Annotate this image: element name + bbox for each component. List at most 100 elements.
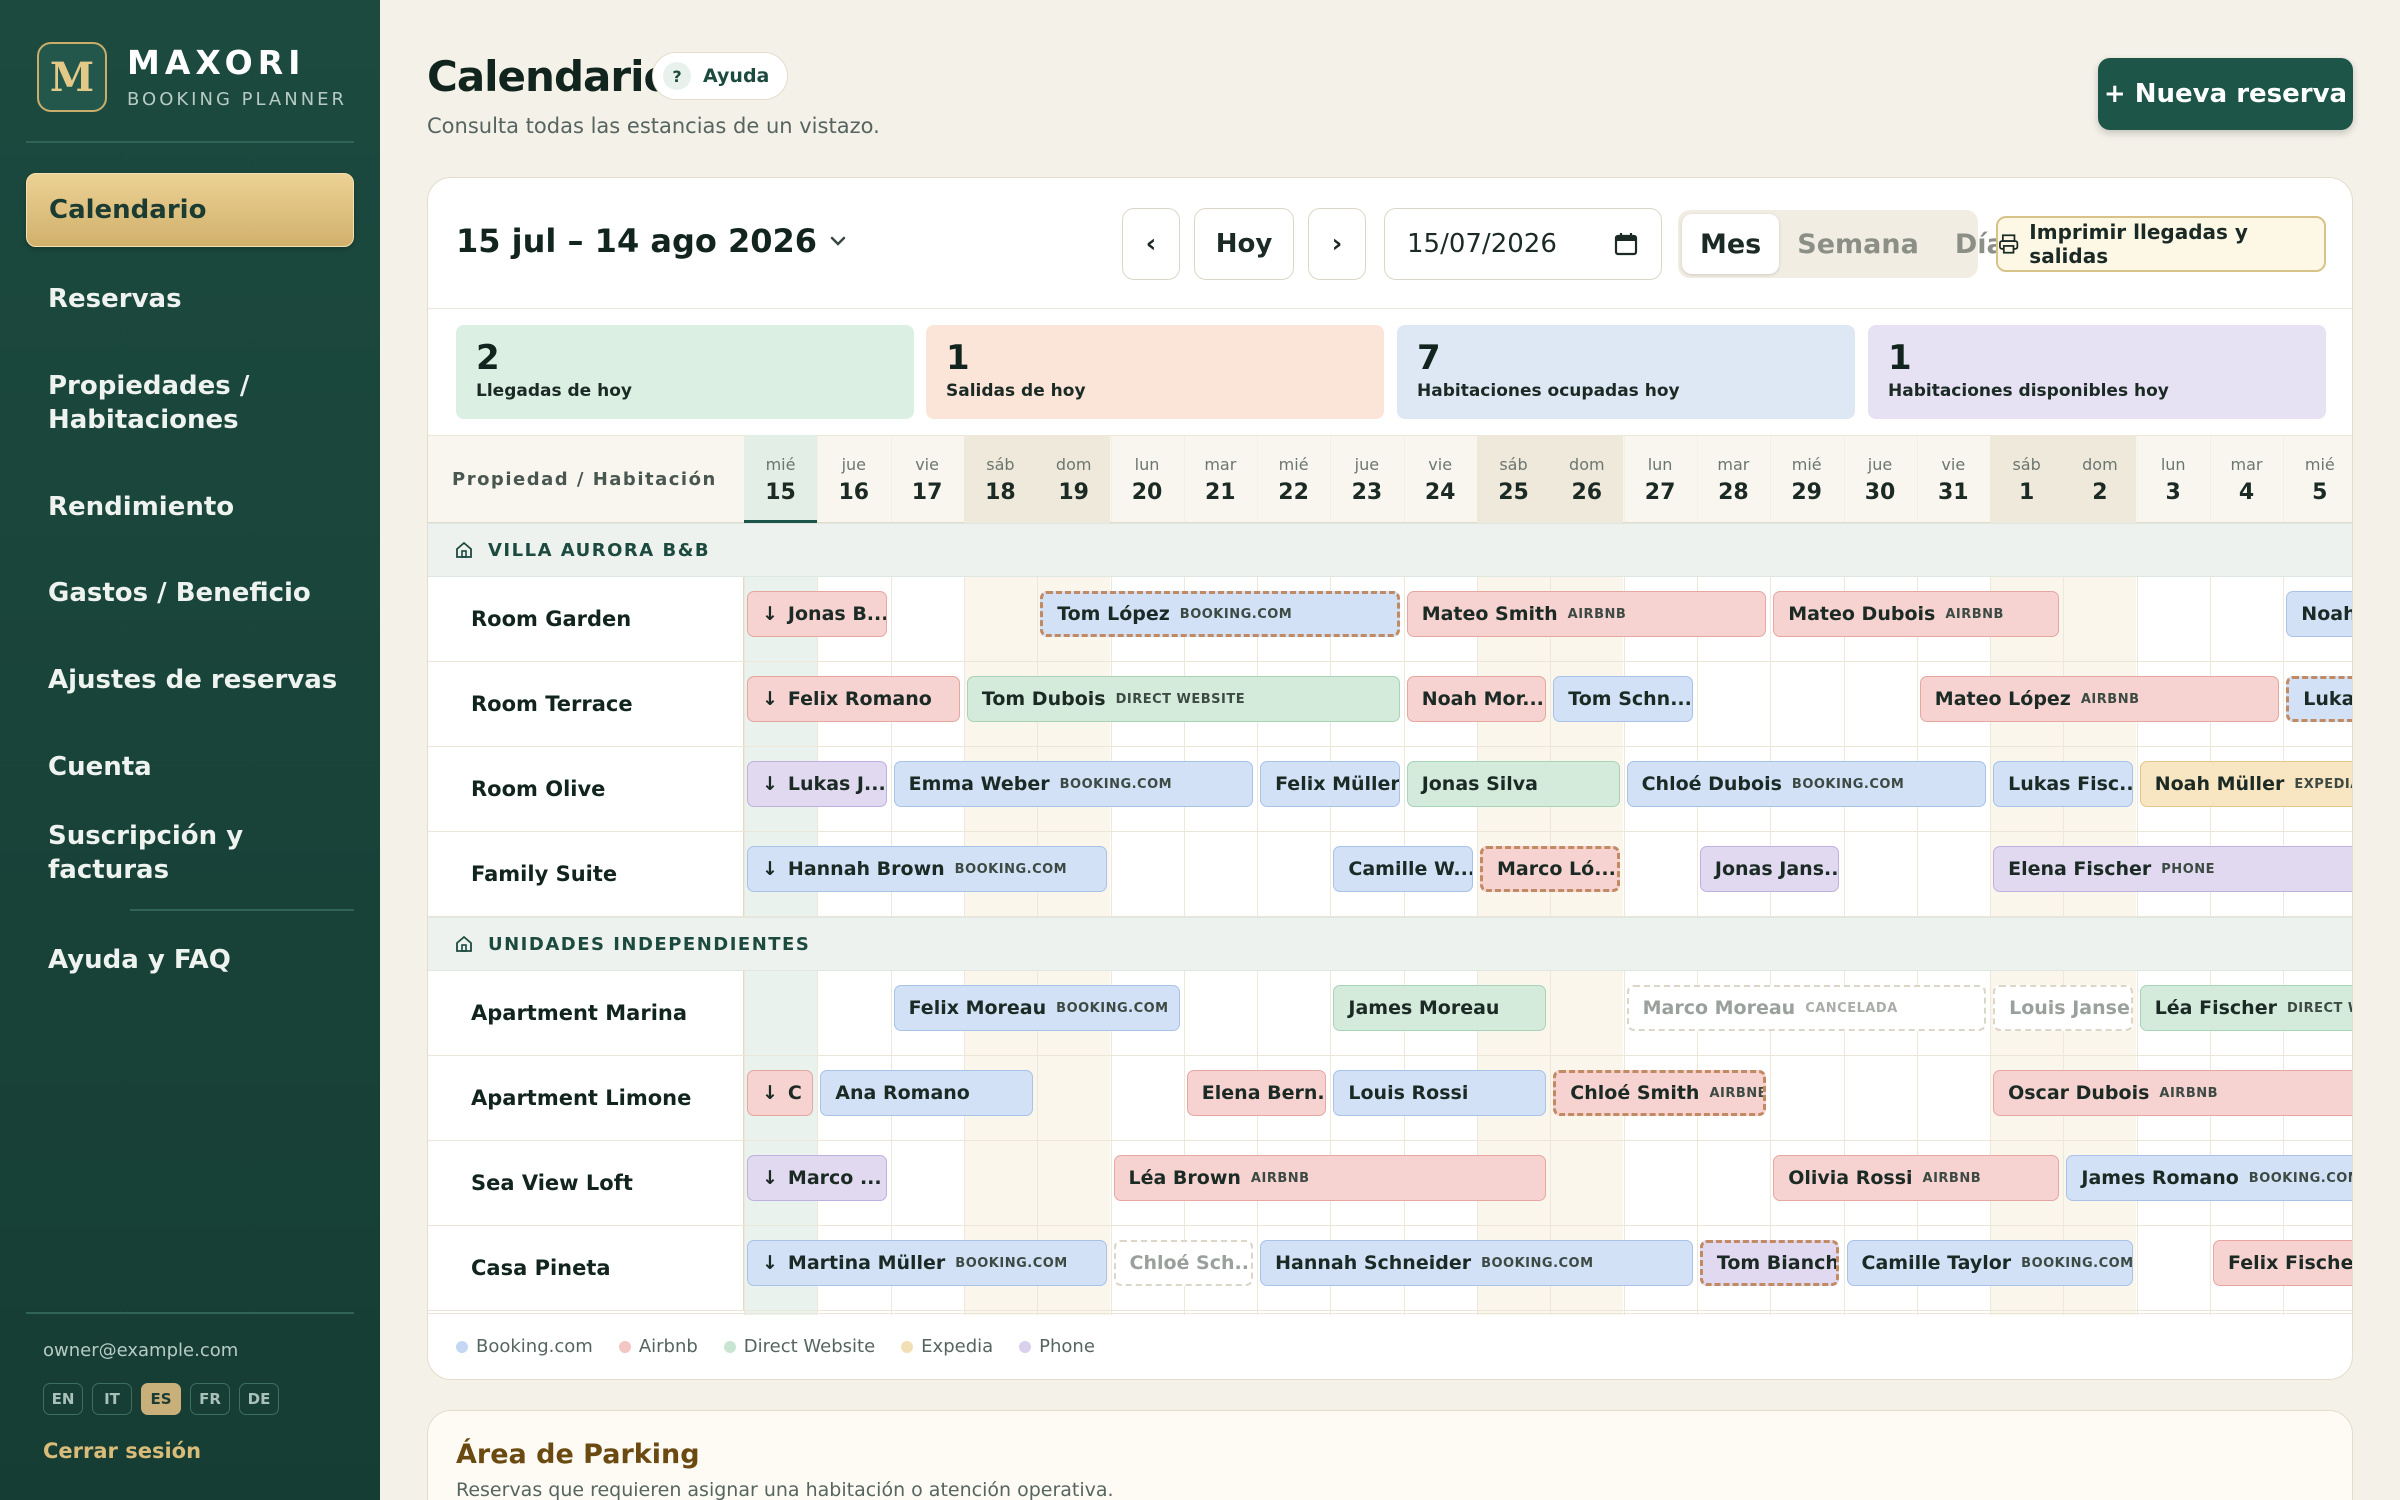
booking-bar[interactable]: Tom López BOOKING.COM	[1040, 591, 1400, 637]
booking-bar[interactable]: ↓ Marco ...	[747, 1155, 887, 1201]
lang-de[interactable]: DE	[239, 1383, 279, 1415]
next-button[interactable]: ›	[1308, 208, 1366, 280]
lang-en[interactable]: EN	[43, 1383, 83, 1415]
booking-source: BOOKING.COM	[1791, 776, 1905, 792]
booking-bar[interactable]: ↓ C	[747, 1070, 814, 1116]
help-button[interactable]: ? Ayuda	[652, 52, 789, 100]
booking-bar[interactable]: Louis Jansen	[1993, 985, 2133, 1031]
day-number: 21	[1204, 480, 1236, 505]
booking-bar[interactable]: ↓ Lukas J...	[747, 761, 887, 807]
booking-bar[interactable]: ↓ Felix Romano	[747, 676, 960, 722]
day-header-17[interactable]: vie 17	[891, 435, 964, 523]
day-header-3[interactable]: lun 3	[2137, 435, 2210, 523]
nav-suscripcion[interactable]: Suscripción y facturas	[26, 821, 354, 885]
nav-propiedades[interactable]: Propiedades / Habitaciones	[26, 364, 276, 442]
date-input[interactable]: 15/07/2026	[1384, 208, 1662, 280]
day-header-4[interactable]: mar 4	[2210, 435, 2283, 523]
booking-bar[interactable]: James Romano BOOKING.COM	[2066, 1155, 2352, 1201]
booking-bar[interactable]: Felix Müller	[1260, 761, 1400, 807]
nav-gastos[interactable]: Gastos / Beneficio	[26, 572, 354, 614]
booking-bar[interactable]: Noah Mor...	[1406, 676, 1547, 722]
booking-guest: Tom Dubois	[981, 688, 1106, 710]
booking-bar[interactable]: Jonas Silva	[1406, 761, 1620, 807]
day-header-25[interactable]: sáb 25	[1477, 435, 1550, 523]
prev-button[interactable]: ‹	[1122, 208, 1180, 280]
booking-bar[interactable]: Léa Fischer DIRECT WEBSITE	[2139, 985, 2352, 1031]
lang-it[interactable]: IT	[92, 1383, 132, 1415]
booking-bar[interactable]: Léa Brown AIRBNB	[1113, 1155, 1547, 1201]
booking-bar[interactable]: Felix Fischer	[2213, 1240, 2352, 1286]
day-weekday: dom	[2082, 455, 2118, 474]
booking-bar[interactable]: Camille W...	[1333, 846, 1473, 892]
new-booking-button[interactable]: + Nueva reserva	[2098, 58, 2353, 130]
booking-bar[interactable]: Jonas Jans...	[1699, 846, 1840, 892]
nav-cuenta[interactable]: Cuenta	[26, 746, 354, 788]
day-header-28[interactable]: mar 28	[1697, 435, 1770, 523]
booking-bar[interactable]: Noah	[2286, 591, 2352, 637]
lang-fr[interactable]: FR	[190, 1383, 230, 1415]
day-header-30[interactable]: jue 30	[1844, 435, 1917, 523]
day-header-27[interactable]: lun 27	[1624, 435, 1697, 523]
day-header-16[interactable]: jue 16	[817, 435, 890, 523]
lang-es[interactable]: ES	[141, 1383, 181, 1415]
booking-bar[interactable]: Chloé Smith AIRBNB	[1553, 1070, 1767, 1116]
booking-bar[interactable]: Marco Moreau CANCELADA	[1626, 985, 1987, 1031]
day-header-19[interactable]: dom 19	[1037, 435, 1111, 523]
day-header-1[interactable]: sáb 1	[1990, 435, 2064, 523]
booking-bar[interactable]: Ana Romano	[820, 1070, 1034, 1116]
day-header-22[interactable]: mié 22	[1257, 435, 1330, 523]
booking-bar[interactable]: Hannah Schneider BOOKING.COM	[1260, 1240, 1693, 1286]
booking-bar[interactable]: Mateo Smith AIRBNB	[1406, 591, 1767, 637]
booking-bar[interactable]: Elena Fischer PHONE	[1993, 846, 2352, 892]
booking-bar[interactable]: Mateo López AIRBNB	[1919, 676, 2280, 722]
nav-rendimiento[interactable]: Rendimiento	[26, 486, 354, 528]
booking-bar[interactable]: Marco Ló...	[1480, 846, 1620, 892]
logout-link[interactable]: Cerrar sesión	[43, 1439, 201, 1463]
booking-bar[interactable]: Noah Müller EXPEDIA	[2139, 761, 2352, 807]
booking-bar[interactable]: ↓ Jonas B...	[747, 591, 887, 637]
date-range-picker[interactable]: 15 jul – 14 ago 2026	[456, 222, 847, 260]
day-number: 22	[1278, 480, 1309, 505]
day-header-23[interactable]: jue 23	[1330, 435, 1403, 523]
booking-bar[interactable]: Tom Schn...	[1553, 676, 1693, 722]
booking-bar[interactable]: Chloé Dubois BOOKING.COM	[1626, 761, 1987, 807]
booking-bar[interactable]: Oscar Dubois AIRBNB	[1993, 1070, 2352, 1116]
booking-bar[interactable]: Chloé Sch...	[1113, 1240, 1254, 1286]
booking-bar[interactable]: ↓ Hannah Brown BOOKING.COM	[747, 846, 1107, 892]
day-header-20[interactable]: lun 20	[1111, 435, 1184, 523]
view-month[interactable]: Mes	[1682, 214, 1780, 274]
room-name: Family Suite	[471, 862, 618, 886]
booking-bar[interactable]: Tom Bianchi	[1699, 1240, 1840, 1286]
day-header-2[interactable]: dom 2	[2063, 435, 2137, 523]
day-header-5[interactable]: mié 5	[2283, 435, 2352, 523]
booking-bar[interactable]: Louis Rossi	[1333, 1070, 1547, 1116]
view-week[interactable]: Semana	[1779, 214, 1937, 274]
brand-logo: M	[37, 42, 107, 112]
booking-bar[interactable]: Emma Weber BOOKING.COM	[893, 761, 1254, 807]
booking-source: BOOKING.COM	[1056, 1000, 1169, 1016]
day-header-31[interactable]: vie 31	[1917, 435, 1990, 523]
day-header-18[interactable]: sáb 18	[963, 435, 1037, 523]
print-button[interactable]: Imprimir llegadas y salidas	[1996, 216, 2326, 272]
booking-bar[interactable]: Olivia Rossi AIRBNB	[1773, 1155, 2060, 1201]
booking-bar[interactable]: Camille Taylor BOOKING.COM	[1846, 1240, 2133, 1286]
nav-calendario[interactable]: Calendario	[26, 173, 354, 247]
booking-bar[interactable]: James Moreau	[1333, 985, 1547, 1031]
booking-bar[interactable]: Lukas Fisc...	[1993, 761, 2133, 807]
booking-bar[interactable]: Tom Dubois DIRECT WEBSITE	[966, 676, 1400, 722]
today-button[interactable]: Hoy	[1194, 208, 1294, 280]
day-header-15[interactable]: mié 15	[744, 435, 817, 523]
booking-bar[interactable]: Felix Moreau BOOKING.COM	[893, 985, 1180, 1031]
day-header-26[interactable]: dom 26	[1550, 435, 1624, 523]
booking-bar[interactable]: ↓ Martina Müller BOOKING.COM	[747, 1240, 1107, 1286]
booking-bar[interactable]: Elena Bern...	[1186, 1070, 1327, 1116]
day-header-24[interactable]: vie 24	[1404, 435, 1477, 523]
nav-ayuda[interactable]: Ayuda y FAQ	[26, 939, 354, 981]
booking-bar[interactable]: Lukas	[2286, 676, 2352, 722]
nav-reservas[interactable]: Reservas	[26, 278, 354, 320]
day-header-21[interactable]: mar 21	[1184, 435, 1257, 523]
day-header-29[interactable]: mié 29	[1770, 435, 1843, 523]
nav-ajustes[interactable]: Ajustes de reservas	[26, 659, 354, 701]
booking-bar[interactable]: Mateo Dubois AIRBNB	[1773, 591, 2060, 637]
stat-arrivals: 2 Llegadas de hoy	[456, 325, 914, 419]
